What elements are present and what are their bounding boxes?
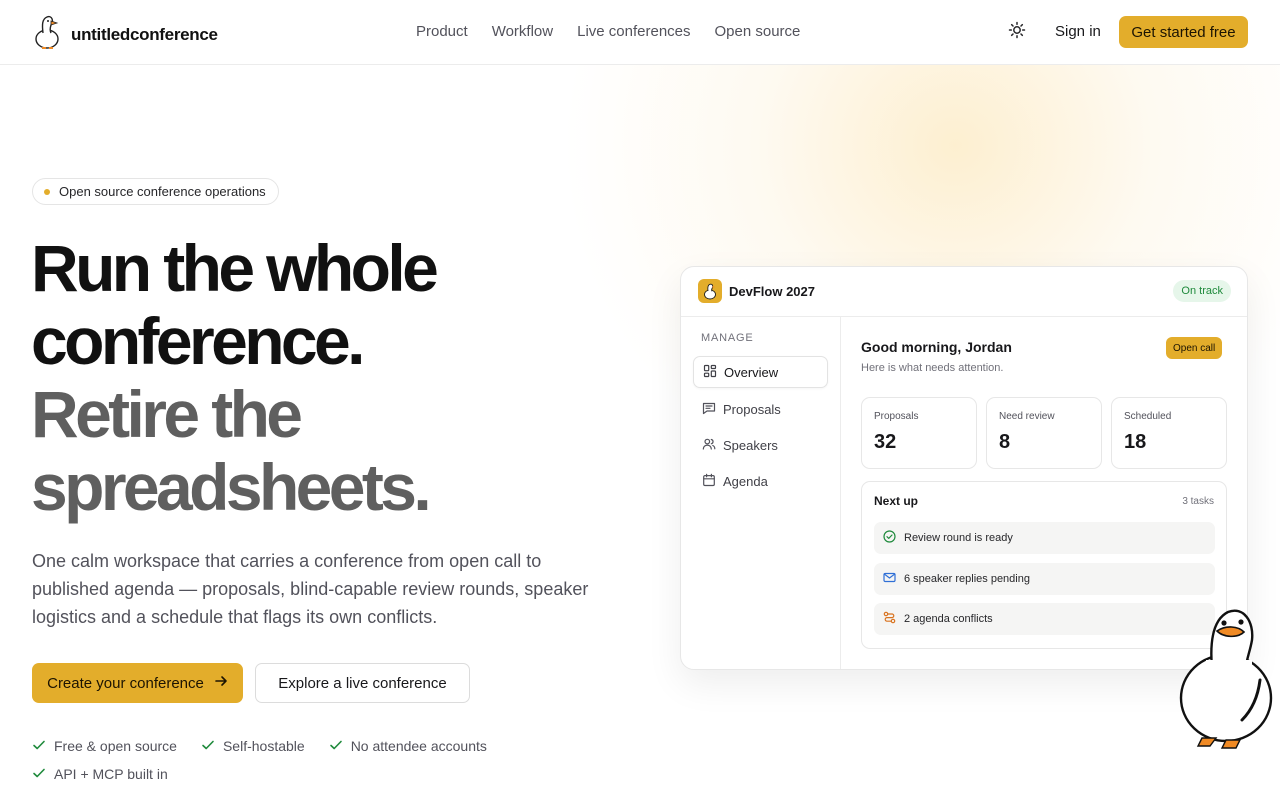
check-icon — [32, 766, 46, 783]
task-label: 6 speaker replies pending — [904, 573, 1030, 585]
stat-card-need-review[interactable]: Need review 8 — [986, 397, 1102, 469]
feature-label: Free & open source — [54, 738, 177, 754]
headline-line-1: Run the whole — [31, 231, 439, 305]
brand-logo-link[interactable]: untitledconference — [32, 13, 218, 56]
dashboard-preview-card: DevFlow 2027 On track MANAGE Overview Pr… — [680, 266, 1248, 670]
feature-item: No attendee accounts — [329, 736, 487, 756]
conference-logo-icon — [698, 279, 722, 303]
create-conference-button[interactable]: Create your conference — [32, 663, 243, 703]
sidebar-item-label: Speakers — [723, 437, 778, 453]
task-item-speaker-replies[interactable]: 6 speaker replies pending — [874, 563, 1215, 595]
sidebar-item-agenda[interactable]: Agenda — [693, 465, 828, 497]
calendar-icon — [702, 473, 716, 490]
headline-line-4: spreadsheets. — [31, 450, 432, 524]
sidebar-item-overview[interactable]: Overview — [693, 356, 828, 388]
stat-card-scheduled[interactable]: Scheduled 18 — [1111, 397, 1227, 469]
headline-line-3: Retire the — [31, 377, 303, 451]
nav-link-live-conferences[interactable]: Live conferences — [577, 23, 690, 40]
theme-toggle-button[interactable] — [1004, 19, 1030, 45]
duck-logo-icon — [32, 13, 62, 56]
sidebar-item-proposals[interactable]: Proposals — [693, 393, 828, 425]
open-call-badge[interactable]: Open call — [1166, 337, 1223, 359]
users-icon — [702, 437, 716, 454]
stat-label: Scheduled — [1124, 411, 1172, 422]
sidebar-item-speakers[interactable]: Speakers — [693, 429, 828, 461]
task-count: 3 tasks — [1182, 496, 1214, 507]
feature-item: Free & open source — [32, 736, 177, 756]
hero-description: One calm workspace that carries a confer… — [32, 551, 589, 627]
task-label: Review round is ready — [904, 532, 1013, 544]
brand-name: untitledconference — [71, 24, 218, 44]
check-icon — [329, 738, 343, 755]
stat-card-proposals[interactable]: Proposals 32 — [861, 397, 977, 469]
feature-label: No attendee accounts — [350, 738, 487, 754]
task-item-review-round[interactable]: Review round is ready — [874, 522, 1215, 554]
get-started-button[interactable]: Get started free — [1119, 16, 1248, 48]
pill-label: Open source conference operations — [59, 184, 266, 199]
nav-link-workflow[interactable]: Workflow — [492, 23, 553, 40]
feature-label: Self-hostable — [222, 738, 305, 754]
sidebar-item-label: Agenda — [723, 473, 768, 489]
stat-value: 8 — [999, 431, 1011, 453]
sidebar-item-label: Overview — [724, 364, 779, 380]
nav-link-product[interactable]: Product — [416, 23, 468, 40]
hero-tag-pill: Open source conference operations — [32, 178, 279, 205]
greeting-title: Good morning, Jordan — [861, 339, 1012, 355]
task-item-agenda-conflicts[interactable]: 2 agenda conflicts — [874, 603, 1215, 635]
stat-value: 18 — [1124, 431, 1147, 453]
feature-label: API + MCP built in — [54, 766, 168, 782]
next-up-title: Next up — [874, 494, 919, 508]
duck-mascot-illustration — [1172, 600, 1280, 757]
stat-value: 32 — [874, 431, 897, 453]
stat-label: Need review — [999, 411, 1055, 422]
sign-in-link[interactable]: Sign in — [1055, 23, 1101, 40]
create-conference-label: Create your conference — [47, 674, 204, 692]
task-label: 2 agenda conflicts — [904, 613, 993, 625]
nav-link-open-source[interactable]: Open source — [715, 23, 801, 40]
hero-headline: Run the whole conference. Retire the spr… — [31, 231, 439, 524]
sidebar-section-title: MANAGE — [701, 332, 754, 344]
status-badge: On track — [1173, 280, 1231, 302]
feature-list: Free & open source Self-hostable No atte… — [32, 736, 552, 784]
dashboard-sidebar: MANAGE Overview Proposals Speakers Agend… — [681, 317, 841, 669]
feature-item: Self-hostable — [201, 736, 305, 756]
mail-icon — [883, 571, 896, 587]
headline-line-2: conference. — [31, 304, 365, 378]
sidebar-item-label: Proposals — [723, 401, 781, 417]
check-icon — [201, 738, 215, 755]
sun-icon — [1008, 21, 1026, 44]
arrow-right-icon — [214, 674, 228, 692]
conflict-icon — [883, 611, 896, 627]
grid-icon — [703, 364, 717, 381]
conference-name: DevFlow 2027 — [729, 284, 815, 299]
nav-links: Product Workflow Live conferences Open s… — [416, 23, 800, 40]
dashboard-header: DevFlow 2027 On track — [681, 267, 1247, 317]
feature-item: API + MCP built in — [32, 764, 168, 784]
top-navigation: untitledconference Product Workflow Live… — [0, 0, 1280, 65]
greeting-subtitle: Here is what needs attention. — [861, 362, 1004, 374]
explore-live-conference-button[interactable]: Explore a live conference — [255, 663, 470, 703]
check-circle-icon — [883, 530, 896, 546]
check-icon — [32, 738, 46, 755]
message-icon — [702, 401, 716, 418]
stat-label: Proposals — [874, 411, 919, 422]
pill-dot-icon — [44, 188, 50, 195]
